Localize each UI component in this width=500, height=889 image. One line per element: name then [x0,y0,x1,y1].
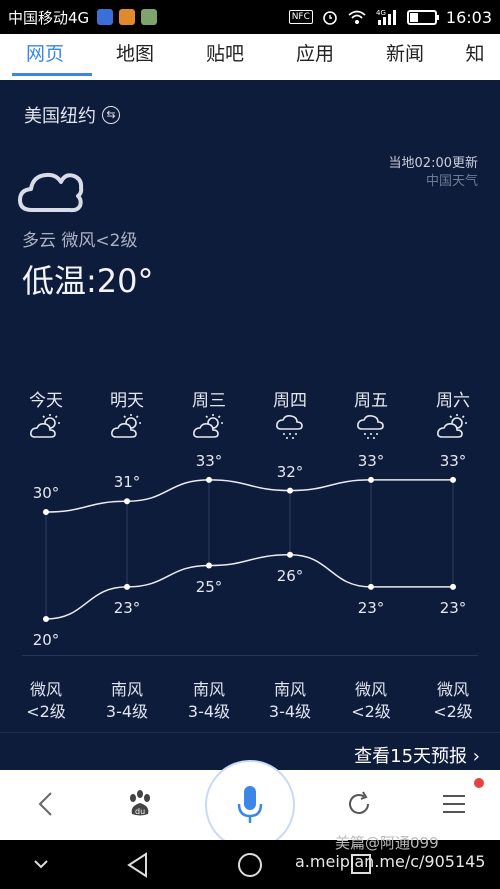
menu-icon [443,795,465,813]
high-temp-label: 31° [113,473,141,491]
high-temp-point [450,476,456,483]
high-temp-point [124,498,130,505]
low-temp-label: 25° [195,578,223,596]
low-temp-label: 23° [439,599,467,617]
forecast-15-day-link[interactable]: 查看15天预报 › [354,742,480,768]
wind-level: 3-4级 [105,702,149,721]
status-bar: 中国移动4G NFC 4G 16:03 [0,0,500,34]
wind-level: 3-4级 [268,702,312,721]
svg-text:4G: 4G [376,9,386,17]
low-temp-label: 23° [113,599,141,617]
high-temp-label: 33° [439,452,467,470]
tab-bar: 网页 地图 贴吧 应用 新闻 知 [0,34,500,80]
low-temp-label: 26° [276,567,304,585]
low-temp-point [43,616,49,622]
tab-tieba[interactable]: 贴吧 [180,34,270,80]
divider [22,655,478,656]
back-triangle-icon[interactable] [126,852,150,878]
low-temp-label: 23° [357,599,385,617]
baidu-paw-icon: du [130,790,150,816]
tab-web[interactable]: 网页 [0,34,92,80]
shield-icon [97,9,114,25]
high-temp-label: 32° [276,463,304,481]
clock: 16:03 [445,7,492,27]
alarm-icon [323,11,337,25]
chevron-down-icon[interactable] [32,856,50,872]
tab-apps[interactable]: 应用 [270,34,360,80]
high-temp-label: 33° [195,452,223,470]
wind-direction: 微风 [29,680,62,699]
menu-button[interactable] [434,784,474,824]
signal-icon: 4G [376,9,396,25]
high-temp-point [43,509,49,515]
notification-dot [474,778,484,788]
high-temp-label: 33° [357,452,385,470]
wind-direction: 微风 [354,680,387,699]
refresh-button[interactable] [339,784,379,824]
svg-text:du: du [135,807,145,816]
watermark-url: a.meipian.me/c/905145 [295,852,486,871]
weather-card[interactable]: 美国纽约 ⇆ 当地02:00更新 中国天气 多云 微风<2级 低温:20° 今天… [0,80,500,770]
low-temp-point [368,583,374,590]
low-temp-point [206,562,212,569]
back-button[interactable] [26,784,66,824]
temperature-chart [43,476,456,622]
high-temp-point [368,476,374,483]
gallery-icon [141,9,158,25]
battery-icon [406,9,439,25]
high-temp-label: 30° [32,484,60,502]
wifi-icon [348,10,366,24]
nfc-icon: NFC [288,10,313,24]
chevron-right-icon: › [472,746,480,767]
wind-level: <2级 [351,702,391,721]
wind-direction: 南风 [273,680,306,699]
low-temp-point [287,551,293,558]
low-temp-label: 20° [32,631,60,649]
bottom-toolbar: du [0,760,500,850]
wind-level: <2级 [26,702,66,721]
high-temp-point [287,487,293,494]
home-circle-icon[interactable] [237,852,263,878]
back-icon [38,792,52,816]
wind-direction: 微风 [436,680,469,699]
low-temp-point [450,583,456,590]
voice-search-button[interactable] [205,760,295,850]
high-temp-point [206,476,212,483]
heart-app-icon [119,9,136,25]
carrier-label: 中国移动4G [8,8,90,27]
wind-level: <2级 [433,702,473,721]
microphone-icon [237,786,263,823]
forecast-link-label: 查看15天预报 [354,746,468,767]
wind-direction: 南风 [192,680,225,699]
divider [0,732,500,733]
low-temp-point [124,583,130,590]
baidu-home-button[interactable]: du [120,784,160,824]
tab-news[interactable]: 新闻 [360,34,450,80]
wind-direction: 南风 [110,680,143,699]
tab-zhidao[interactable]: 知 [450,34,500,80]
watermark-author: 美篇@阿通099 [335,834,439,852]
refresh-icon [349,791,369,814]
tab-map[interactable]: 地图 [90,34,180,80]
wind-level: 3-4级 [187,702,231,721]
